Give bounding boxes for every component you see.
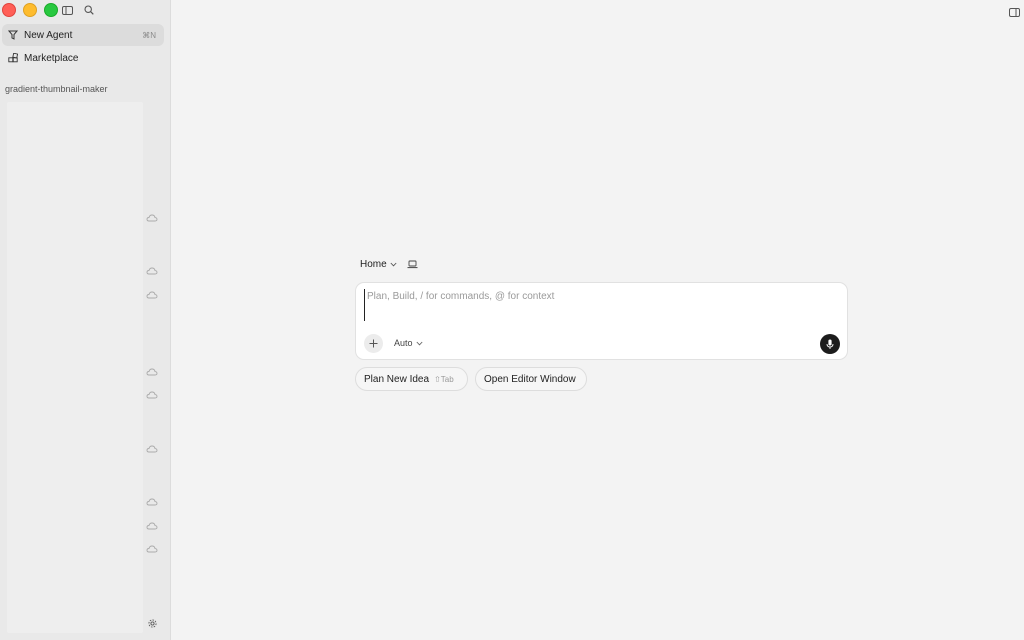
sidebar-item-label: Marketplace <box>24 52 79 64</box>
plus-icon <box>369 339 378 348</box>
agent-list-panel[interactable] <box>7 102 143 633</box>
open-editor-window-button[interactable]: Open Editor Window <box>475 367 587 391</box>
editor-label: Open Editor Window <box>484 373 576 385</box>
mode-selector[interactable]: Auto <box>394 338 423 348</box>
sidebar-item-marketplace[interactable]: Marketplace <box>2 47 164 69</box>
microphone-icon <box>826 339 834 349</box>
chevron-down-icon <box>415 341 423 345</box>
context-selector[interactable]: Home <box>360 259 397 270</box>
panel-toggle-icon[interactable] <box>1009 4 1021 17</box>
prompt-input[interactable] <box>364 289 837 321</box>
shortcut-hint: ⌘N <box>142 30 156 40</box>
mode-label: Auto <box>394 338 413 348</box>
search-icon[interactable] <box>83 4 95 16</box>
context-bar: Home <box>360 259 418 270</box>
project-label: gradient-thumbnail-maker <box>5 84 108 94</box>
cloud-icon <box>146 441 158 453</box>
gear-icon[interactable] <box>147 616 159 628</box>
zoom-window-button[interactable] <box>44 3 58 17</box>
minimize-window-button[interactable] <box>23 3 37 17</box>
window-controls <box>2 3 58 17</box>
sidebar: New Agent ⌘N Marketplace gradient-thumbn… <box>0 0 171 640</box>
cloud-icon <box>146 210 158 222</box>
add-context-button[interactable] <box>364 334 383 353</box>
cloud-icon <box>146 364 158 376</box>
chevron-down-icon <box>390 262 397 267</box>
sidebar-toolbar <box>61 4 95 16</box>
cloud-icon <box>146 263 158 275</box>
app-window: New Agent ⌘N Marketplace gradient-thumbn… <box>0 0 1024 640</box>
cloud-icon <box>146 387 158 399</box>
sidebar-item-new-agent[interactable]: New Agent ⌘N <box>2 24 164 46</box>
cloud-icon <box>146 287 158 299</box>
shortcut-hint: ⇧Tab <box>434 374 454 384</box>
sidebar-toggle-icon[interactable] <box>61 4 73 16</box>
composer: Auto <box>355 282 848 360</box>
cloud-icon <box>146 494 158 506</box>
new-agent-icon <box>6 28 20 42</box>
marketplace-icon <box>6 51 20 65</box>
microphone-button[interactable] <box>820 334 840 354</box>
cloud-icon <box>146 541 158 553</box>
cloud-icon <box>146 518 158 530</box>
plan-new-idea-button[interactable]: Plan New Idea ⇧Tab <box>355 367 468 391</box>
plan-label: Plan New Idea <box>364 373 430 385</box>
sidebar-item-label: New Agent <box>24 29 73 41</box>
close-window-button[interactable] <box>2 3 16 17</box>
laptop-icon[interactable] <box>407 260 418 269</box>
context-label: Home <box>360 259 387 270</box>
